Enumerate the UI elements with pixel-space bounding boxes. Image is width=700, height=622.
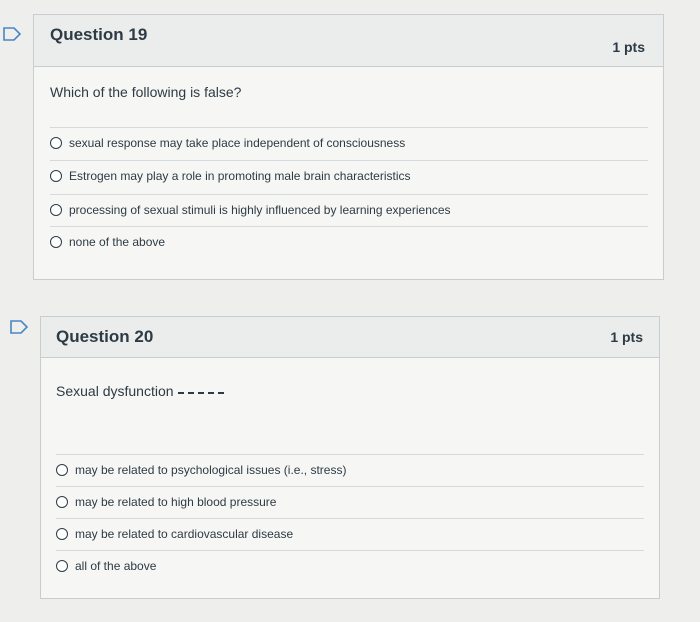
- answer-option[interactable]: may be related to psychological issues (…: [56, 454, 644, 484]
- answer-option[interactable]: may be related to cardiovascular disease: [56, 518, 644, 548]
- question-header: Question 20 1 pts: [41, 317, 659, 358]
- radio-button[interactable]: [56, 463, 68, 476]
- answer-label: may be related to high blood pressure: [75, 494, 277, 509]
- flag-question-icon[interactable]: [9, 320, 29, 334]
- answer-label: all of the above: [75, 558, 157, 573]
- question-prompt: Sexual dysfunction: [56, 383, 224, 399]
- answer-option[interactable]: none of the above: [50, 226, 648, 256]
- question-points: 1 pts: [612, 39, 645, 55]
- question-prompt: Which of the following is false?: [50, 84, 242, 100]
- answer-option[interactable]: may be related to high blood pressure: [56, 486, 644, 516]
- answer-label: sexual response may take place independe…: [69, 135, 406, 150]
- radio-button[interactable]: [56, 527, 68, 540]
- question-header: Question 19 1 pts: [34, 15, 663, 67]
- radio-button[interactable]: [56, 559, 68, 572]
- question-points: 1 pts: [610, 329, 643, 345]
- question-20-card: Question 20 1 pts Sexual dysfunction may…: [40, 316, 660, 599]
- answer-label: may be related to psychological issues (…: [75, 462, 347, 477]
- fill-in-blank: [177, 392, 224, 394]
- answer-option[interactable]: sexual response may take place independe…: [50, 127, 648, 157]
- radio-button[interactable]: [50, 169, 62, 182]
- flag-question-icon[interactable]: [2, 27, 22, 41]
- radio-button[interactable]: [50, 136, 62, 149]
- question-title: Question 20: [56, 327, 154, 346]
- question-title: Question 19: [50, 25, 148, 44]
- question-prompt-text: Sexual dysfunction: [56, 383, 174, 399]
- answer-label: Estrogen may play a role in promoting ma…: [69, 168, 411, 183]
- answer-label: processing of sexual stimuli is highly i…: [69, 202, 451, 217]
- radio-button[interactable]: [50, 203, 62, 216]
- question-19-card: Question 19 1 pts Which of the following…: [33, 14, 664, 280]
- radio-button[interactable]: [50, 235, 62, 248]
- radio-button[interactable]: [56, 495, 68, 508]
- answer-option[interactable]: all of the above: [56, 550, 644, 580]
- answer-label: may be related to cardiovascular disease: [75, 526, 294, 541]
- answer-label: none of the above: [69, 234, 166, 249]
- answer-option[interactable]: Estrogen may play a role in promoting ma…: [50, 160, 648, 190]
- answer-option[interactable]: processing of sexual stimuli is highly i…: [50, 194, 648, 224]
